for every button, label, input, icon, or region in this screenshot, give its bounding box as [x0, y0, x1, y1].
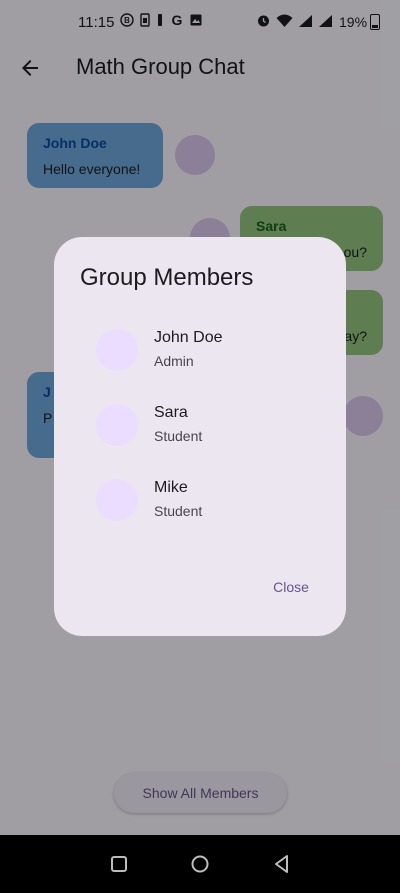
member-name: Mike — [154, 479, 188, 496]
member-list-item[interactable]: Sara Student — [96, 404, 336, 450]
member-role: Admin — [154, 353, 194, 369]
dialog-title: Group Members — [80, 264, 254, 291]
system-nav-bar — [0, 835, 400, 893]
phone-screen: 11:15 B G 19% Math Group Chat John Doe H… — [0, 0, 400, 893]
recent-apps-icon[interactable] — [107, 852, 131, 876]
member-role: Student — [154, 503, 203, 519]
member-name: Sara — [154, 404, 188, 421]
member-list-item[interactable]: Mike Student — [96, 479, 336, 525]
group-members-dialog: Group Members John Doe Admin Sara Studen… — [54, 237, 346, 636]
back-icon[interactable] — [270, 852, 294, 876]
member-list-item[interactable]: John Doe Admin — [96, 329, 336, 375]
member-name: John Doe — [154, 329, 223, 346]
avatar — [96, 329, 138, 371]
member-role: Student — [154, 428, 203, 444]
avatar — [96, 404, 138, 446]
avatar — [96, 479, 138, 521]
home-icon[interactable] — [188, 852, 212, 876]
close-button[interactable]: Close — [256, 573, 326, 601]
